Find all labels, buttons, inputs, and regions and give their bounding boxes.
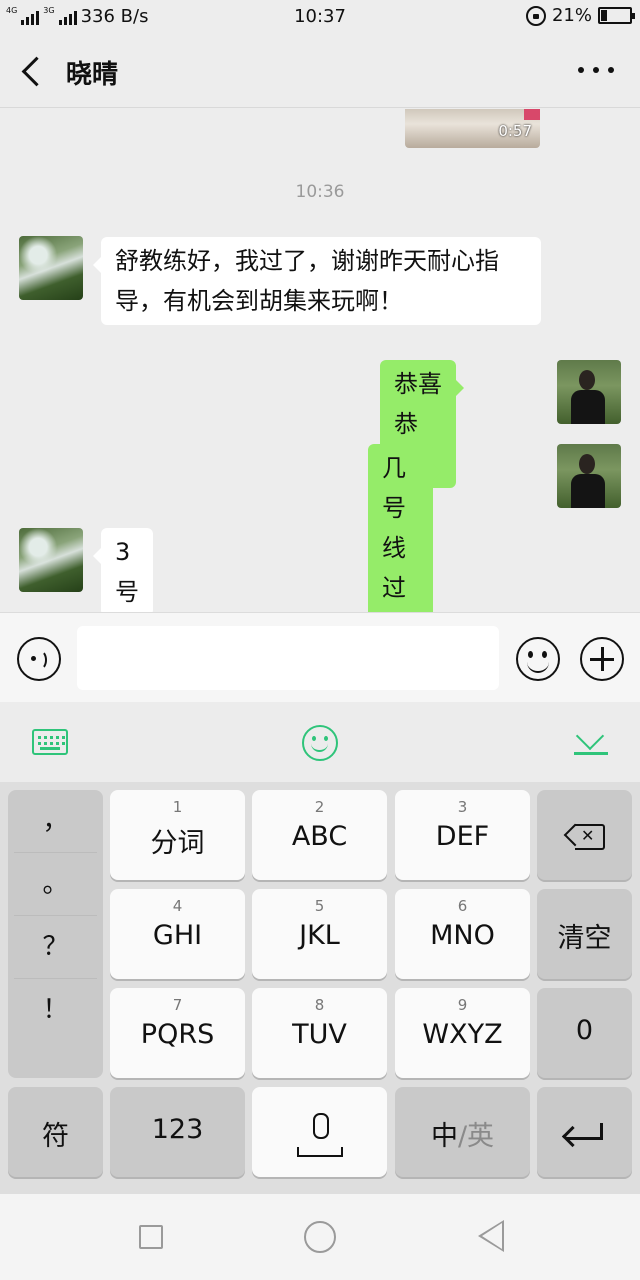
key-7[interactable]: 7 PQRS xyxy=(110,988,245,1078)
key-2[interactable]: 2 ABC xyxy=(252,790,387,880)
microphone-icon xyxy=(297,1113,343,1157)
key-3[interactable]: 3 DEF xyxy=(395,790,530,880)
plus-icon[interactable] xyxy=(580,637,624,681)
key-label: JKL xyxy=(299,920,340,951)
collapse-keyboard-icon[interactable] xyxy=(574,732,608,758)
space-voice-key[interactable] xyxy=(252,1087,387,1177)
back-chevron-icon[interactable] xyxy=(16,52,50,90)
clear-key[interactable]: 清空 xyxy=(537,889,632,979)
key-label: 123 xyxy=(151,1114,204,1145)
emoji-icon[interactable] xyxy=(516,637,560,681)
key-label: ABC xyxy=(291,821,348,852)
key-number: 1 xyxy=(172,798,183,816)
key-label: DEF xyxy=(435,821,490,852)
key-label: 0 xyxy=(575,1015,594,1046)
enter-icon xyxy=(563,1123,605,1143)
system-nav-bar xyxy=(0,1194,640,1280)
symbol-key[interactable]: 符 xyxy=(8,1087,103,1177)
lang-secondary: 英 xyxy=(467,1121,495,1152)
t9-keyboard: ， 。 ？ ！ 1 分词 2 ABC 3 DEF 4 GHI 5 JKL 6 M… xyxy=(0,782,640,1194)
my-avatar[interactable] xyxy=(557,360,621,424)
key-5[interactable]: 5 JKL xyxy=(252,889,387,979)
key-number: 7 xyxy=(172,996,183,1014)
battery-level-fill xyxy=(601,10,607,21)
home-icon[interactable] xyxy=(304,1221,336,1253)
ime-emoji-icon[interactable] xyxy=(302,725,338,761)
message-timestamp: 10:36 xyxy=(295,182,345,202)
language-label: 中/英 xyxy=(395,1114,530,1153)
system-indicators: 21% xyxy=(525,5,635,26)
key-number: 8 xyxy=(314,996,325,1014)
punct-key-period[interactable]: 。 xyxy=(14,853,97,916)
voice-input-icon[interactable] xyxy=(17,637,61,681)
video-message[interactable]: 0:57 xyxy=(405,109,540,148)
keyboard-layout-icon[interactable] xyxy=(32,729,68,755)
key-label: WXYZ xyxy=(422,1019,503,1050)
message-list[interactable]: 0:57 10:36 舒教练好，我过了，谢谢昨天耐心指导，有机会到胡集来玩啊！ … xyxy=(0,109,640,612)
key-label: PQRS xyxy=(140,1019,215,1050)
message-bubble-received[interactable]: 3号 xyxy=(93,528,153,612)
video-thumbnail-detail xyxy=(524,109,540,120)
key-4[interactable]: 4 GHI xyxy=(110,889,245,979)
rotation-lock-icon xyxy=(525,5,546,26)
enter-key[interactable] xyxy=(537,1087,632,1177)
key-number: 6 xyxy=(457,897,468,915)
key-number: 9 xyxy=(457,996,468,1014)
message-input-bar xyxy=(0,612,640,702)
key-number: 5 xyxy=(314,897,325,915)
key-label: GHI xyxy=(152,920,203,951)
status-bar: 4G 3G 336 B/s 10:37 21% xyxy=(0,0,640,34)
backspace-icon xyxy=(563,823,605,850)
key-6[interactable]: 6 MNO xyxy=(395,889,530,979)
battery-percent: 21% xyxy=(551,5,592,26)
lang-separator: / xyxy=(457,1121,468,1152)
punct-key-question[interactable]: ？ xyxy=(14,916,97,979)
lang-primary: 中 xyxy=(430,1121,458,1152)
key-1[interactable]: 1 分词 xyxy=(110,790,245,880)
contact-avatar[interactable] xyxy=(19,236,83,300)
key-number: 4 xyxy=(172,897,183,915)
key-label: 分词 xyxy=(150,828,205,859)
key-0[interactable]: 0 xyxy=(537,988,632,1078)
battery-icon xyxy=(598,7,635,24)
key-label: 清空 xyxy=(557,923,612,954)
message-bubble-sent[interactable]: 几号线过的? xyxy=(368,444,441,612)
backspace-key[interactable] xyxy=(537,790,632,880)
key-8[interactable]: 8 TUV xyxy=(252,988,387,1078)
message-bubble-received[interactable]: 舒教练好，我过了，谢谢昨天耐心指导，有机会到胡集来玩啊！ xyxy=(93,237,541,325)
language-switch-key[interactable]: 中/英 xyxy=(395,1087,530,1177)
chat-title: 晓晴 xyxy=(66,60,119,90)
ime-toolbar xyxy=(0,702,640,782)
chat-header: 晓晴 xyxy=(0,34,640,108)
key-number: 3 xyxy=(457,798,468,816)
punctuation-column[interactable]: ， 。 ？ ！ xyxy=(8,790,103,1078)
key-number: 2 xyxy=(314,798,325,816)
key-label: TUV xyxy=(292,1019,347,1050)
video-duration: 0:57 xyxy=(498,122,532,140)
message-input[interactable] xyxy=(77,626,499,690)
key-9[interactable]: 9 WXYZ xyxy=(395,988,530,1078)
more-dots-icon[interactable] xyxy=(578,56,614,84)
numeric-key[interactable]: 123 xyxy=(110,1087,245,1177)
punct-key-comma[interactable]: ， xyxy=(14,790,97,853)
key-label: MNO xyxy=(430,920,495,951)
back-triangle-icon[interactable] xyxy=(478,1220,504,1252)
my-avatar[interactable] xyxy=(557,444,621,508)
contact-avatar[interactable] xyxy=(19,528,83,592)
key-label: 符 xyxy=(42,1121,69,1152)
recent-apps-icon[interactable] xyxy=(139,1225,163,1249)
punct-key-exclaim[interactable]: ！ xyxy=(14,979,97,1042)
